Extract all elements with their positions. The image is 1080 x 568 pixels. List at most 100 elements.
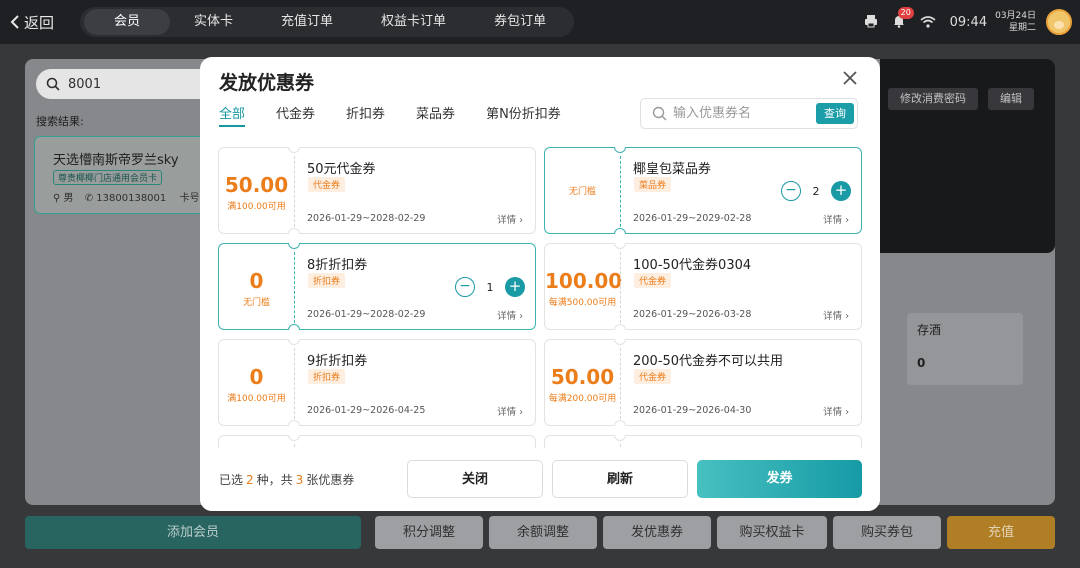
coupon-detail-link[interactable]: 详情 ›	[823, 404, 849, 418]
coupon-search-input[interactable]	[673, 106, 803, 121]
top-nav: 会员 实体卡 充值订单 权益卡订单 券包订单	[80, 7, 575, 37]
coupon-validity: 2026-01-29~2029-02-28	[633, 213, 752, 224]
tab-discount[interactable]: 折扣券	[346, 103, 385, 127]
chevron-right-icon: ›	[845, 215, 849, 226]
coupon-condition: 每满500.00可用	[548, 298, 617, 308]
quantity-stepper: − 1 +	[455, 277, 525, 297]
coupon-validity: 2026-01-29~2026-03-28	[633, 309, 752, 320]
coupon-card[interactable]: 50.00 满100.00可用 50元代金券 代金券 2026-01-29~20…	[218, 147, 536, 234]
coupon-type-tabs: 全部 代金券 折扣券 菜品券 第N份折扣券	[219, 103, 592, 127]
refresh-button[interactable]: 刷新	[552, 460, 688, 498]
coupon-card[interactable]: 0 满100.00可用 9折折扣券 折扣券 2026-01-29~2026-04…	[218, 339, 536, 426]
chevron-right-icon: ›	[519, 215, 523, 226]
tab-nth-discount[interactable]: 第N份折扣券	[486, 103, 561, 127]
coupon-name: 椰皇包菜品券	[633, 162, 712, 177]
coupon-name: 200-50代金券不可以共用	[633, 354, 784, 369]
coupon-value-area: 无门槛	[545, 148, 620, 233]
coupon-type-badge: 折扣券	[308, 273, 346, 288]
decrease-button[interactable]: −	[781, 181, 801, 201]
date-display: 03月24日 星期二	[995, 10, 1036, 34]
coupon-validity: 2026-01-29~2028-02-29	[307, 213, 426, 224]
increase-button[interactable]: +	[505, 277, 525, 297]
coupon-amount: 50.00	[224, 173, 289, 197]
coupon-detail-link[interactable]: 详情 ›	[497, 212, 523, 226]
close-icon[interactable]	[842, 70, 858, 90]
coupon-type-badge: 代金券	[308, 177, 346, 192]
coupon-amount: 0	[249, 365, 264, 389]
summary-mid: 种，共	[256, 473, 293, 487]
coupon-card[interactable]: 0 无门槛 8折折扣券 折扣券 − 1 + 2026-01-29~2028-02…	[218, 243, 536, 330]
back-button[interactable]: 返回	[10, 12, 70, 33]
detail-label: 详情	[823, 407, 843, 418]
coupon-value-area: 50.00 满100.00可用	[219, 148, 294, 233]
weekday-line: 星期二	[1008, 23, 1036, 33]
tab-coupon-pack-orders[interactable]: 券包订单	[470, 9, 570, 35]
status-area: 20 09:44 03月24日 星期二	[864, 0, 1080, 44]
coupon-type-badge: 代金券	[634, 369, 672, 384]
coupon-amount: 50.00	[550, 365, 615, 389]
tab-voucher[interactable]: 代金券	[276, 103, 315, 127]
coupon-card[interactable]	[218, 435, 536, 448]
coupon-detail-link[interactable]: 详情 ›	[823, 308, 849, 322]
selected-count: 3	[295, 473, 304, 487]
detail-label: 详情	[497, 215, 517, 226]
coupon-name: 9折折扣券	[307, 354, 368, 369]
coupon-type-badge: 折扣券	[308, 369, 346, 384]
back-label: 返回	[24, 13, 55, 32]
decrease-button[interactable]: −	[455, 277, 475, 297]
coupon-type-badge: 菜品券	[634, 177, 672, 192]
coupon-validity: 2026-01-29~2028-02-29	[307, 309, 426, 320]
coupon-type-badge: 代金券	[634, 273, 672, 288]
coupon-card[interactable]: 100.00 每满500.00可用 100-50代金券0304 代金券 2026…	[544, 243, 862, 330]
tab-member[interactable]: 会员	[84, 9, 171, 35]
coupon-card[interactable]: 50.00 每满200.00可用 200-50代金券不可以共用 代金券 2026…	[544, 339, 862, 426]
chevron-right-icon: ›	[519, 407, 523, 418]
coupon-value-area: 0 满100.00可用	[219, 340, 294, 425]
quantity-stepper: − 2 +	[781, 181, 851, 201]
summary-suffix: 张优惠券	[306, 473, 355, 487]
tab-all[interactable]: 全部	[219, 103, 246, 127]
coupon-value-area: 0 无门槛	[219, 244, 294, 329]
tab-recharge-orders[interactable]: 充值订单	[257, 9, 357, 35]
quantity-value: 2	[812, 184, 820, 198]
coupon-detail-link[interactable]: 详情 ›	[823, 212, 849, 226]
search-icon	[652, 106, 667, 121]
coupon-search: 查询	[640, 98, 858, 129]
avatar[interactable]	[1046, 9, 1072, 35]
chevron-right-icon: ›	[845, 407, 849, 418]
dialog-title: 发放优惠券	[219, 72, 315, 94]
tab-physical-card[interactable]: 实体卡	[170, 9, 257, 35]
query-button[interactable]: 查询	[816, 103, 854, 124]
coupon-list[interactable]: 50.00 满100.00可用 50元代金券 代金券 2026-01-29~20…	[218, 147, 862, 448]
coupon-amount: 0	[249, 269, 264, 293]
printer-icon[interactable]	[864, 13, 878, 32]
coupon-name: 8折折扣券	[307, 258, 368, 273]
coupon-value-area: 100.00 每满500.00可用	[545, 244, 622, 329]
issue-button[interactable]: 发券	[697, 460, 862, 498]
summary-prefix: 已选	[219, 473, 244, 487]
coupon-card[interactable]: 无门槛 椰皇包菜品券 菜品券 − 2 + 2026-01-29~2029-02-…	[544, 147, 862, 234]
selected-kinds: 2	[246, 473, 254, 487]
coupon-detail-link[interactable]: 详情 ›	[497, 308, 523, 322]
coupon-card[interactable]	[544, 435, 862, 448]
coupon-name: 100-50代金券0304	[633, 258, 752, 273]
coupon-value-area: 50.00 每满200.00可用	[545, 340, 620, 425]
detail-label: 详情	[823, 215, 843, 226]
detail-label: 详情	[497, 407, 517, 418]
coupon-validity: 2026-01-29~2026-04-25	[307, 405, 426, 416]
coupon-name: 50元代金券	[307, 162, 376, 177]
close-button[interactable]: 关闭	[407, 460, 543, 498]
notification-badge: 20	[897, 6, 914, 19]
coupon-validity: 2026-01-29~2026-04-30	[633, 405, 752, 416]
tab-benefit-card-orders[interactable]: 权益卡订单	[357, 9, 470, 35]
coupon-condition: 每满200.00可用	[548, 394, 617, 404]
wifi-icon	[920, 13, 936, 32]
increase-button[interactable]: +	[831, 181, 851, 201]
coupon-detail-link[interactable]: 详情 ›	[497, 404, 523, 418]
bell-icon[interactable]: 20	[892, 6, 914, 32]
tab-dish[interactable]: 菜品券	[416, 103, 455, 127]
quantity-value: 1	[486, 280, 494, 294]
clock: 09:44	[949, 14, 988, 30]
coupon-condition: 无门槛	[242, 298, 270, 308]
dialog-footer: 已选 2 种，共 3 张优惠券 关闭 刷新 发券	[200, 448, 880, 511]
